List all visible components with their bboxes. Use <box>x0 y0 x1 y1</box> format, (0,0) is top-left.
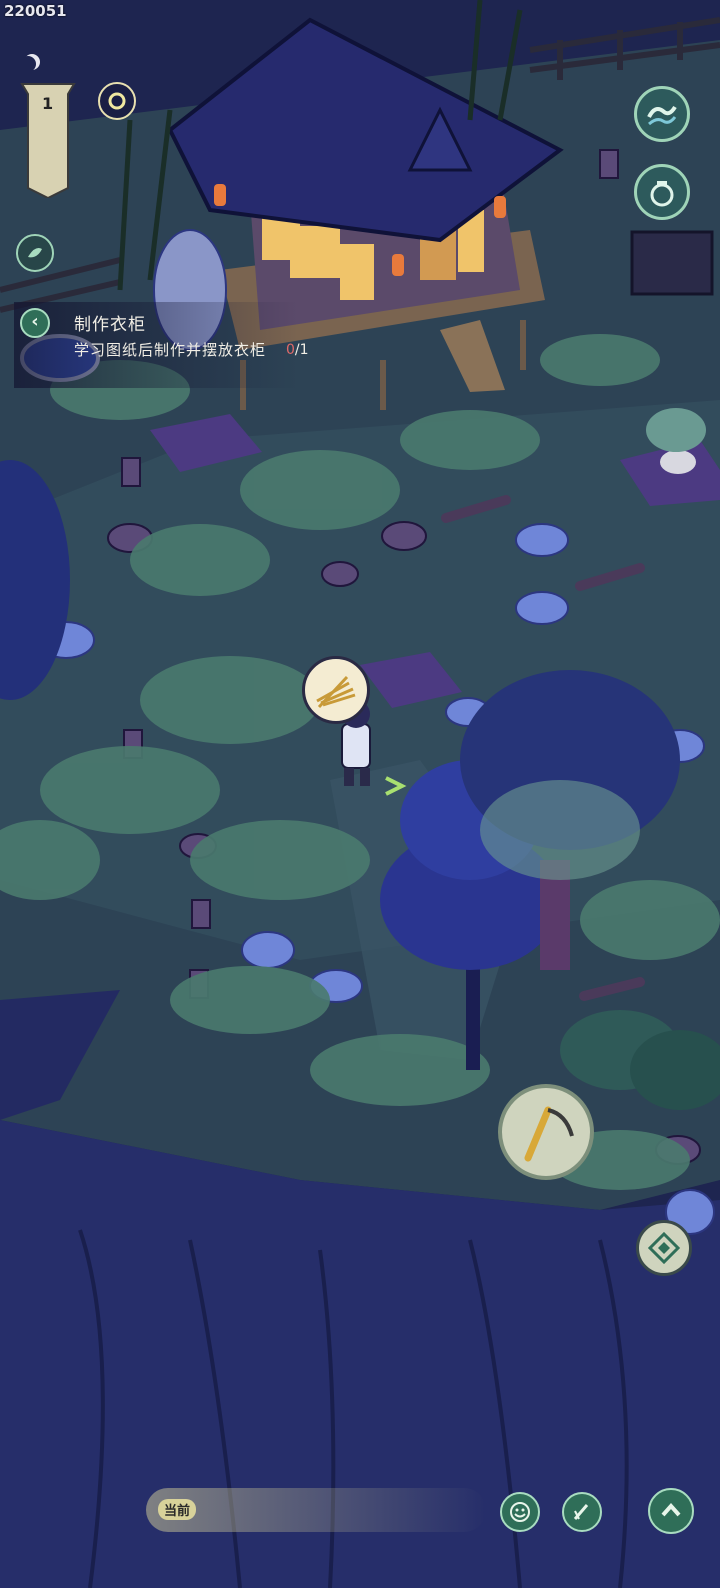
smile-icon[interactable] <box>500 1492 540 1532</box>
build-id-label: 220051 <box>4 2 67 20</box>
stump <box>191 899 211 929</box>
broom-icon[interactable] <box>302 656 370 724</box>
game-scene[interactable] <box>0 0 720 1588</box>
chevron-left-icon[interactable]: ‹ <box>20 308 50 338</box>
quest-panel[interactable]: ‹ 制作衣柜 学习图纸后制作并摆放衣柜 0/1 <box>14 302 309 388</box>
weather-icon[interactable] <box>98 82 136 120</box>
chat-channel-label: 当前 <box>158 1499 197 1520</box>
quest-progress: 0/1 <box>286 342 309 358</box>
quest-description: 学习图纸后制作并摆放衣柜 <box>74 341 267 359</box>
brush-icon[interactable] <box>562 1492 602 1532</box>
potted-plant <box>660 450 696 474</box>
stump <box>599 149 619 179</box>
wave-icon[interactable] <box>634 86 690 142</box>
rock <box>515 523 569 557</box>
stump <box>321 561 359 587</box>
rock <box>241 931 295 969</box>
chat-bar[interactable]: 当前 <box>146 1488 486 1532</box>
level-banner[interactable]: 1 <box>18 80 78 200</box>
quest-progress-current: 0 <box>286 342 295 358</box>
storage-chest <box>630 230 714 296</box>
moon-icon <box>20 56 36 72</box>
compass-icon[interactable] <box>636 1220 692 1276</box>
stump <box>121 457 141 487</box>
quest-title: 制作衣柜 <box>74 315 146 335</box>
jar-icon[interactable] <box>634 164 690 220</box>
rock <box>515 591 569 625</box>
leaf-icon[interactable] <box>16 234 54 272</box>
chevron-up-icon[interactable] <box>648 1488 694 1534</box>
quest-progress-total: /1 <box>294 342 309 358</box>
scythe-icon[interactable] <box>498 1084 594 1180</box>
stump <box>381 521 427 551</box>
level-number: 1 <box>42 94 54 113</box>
